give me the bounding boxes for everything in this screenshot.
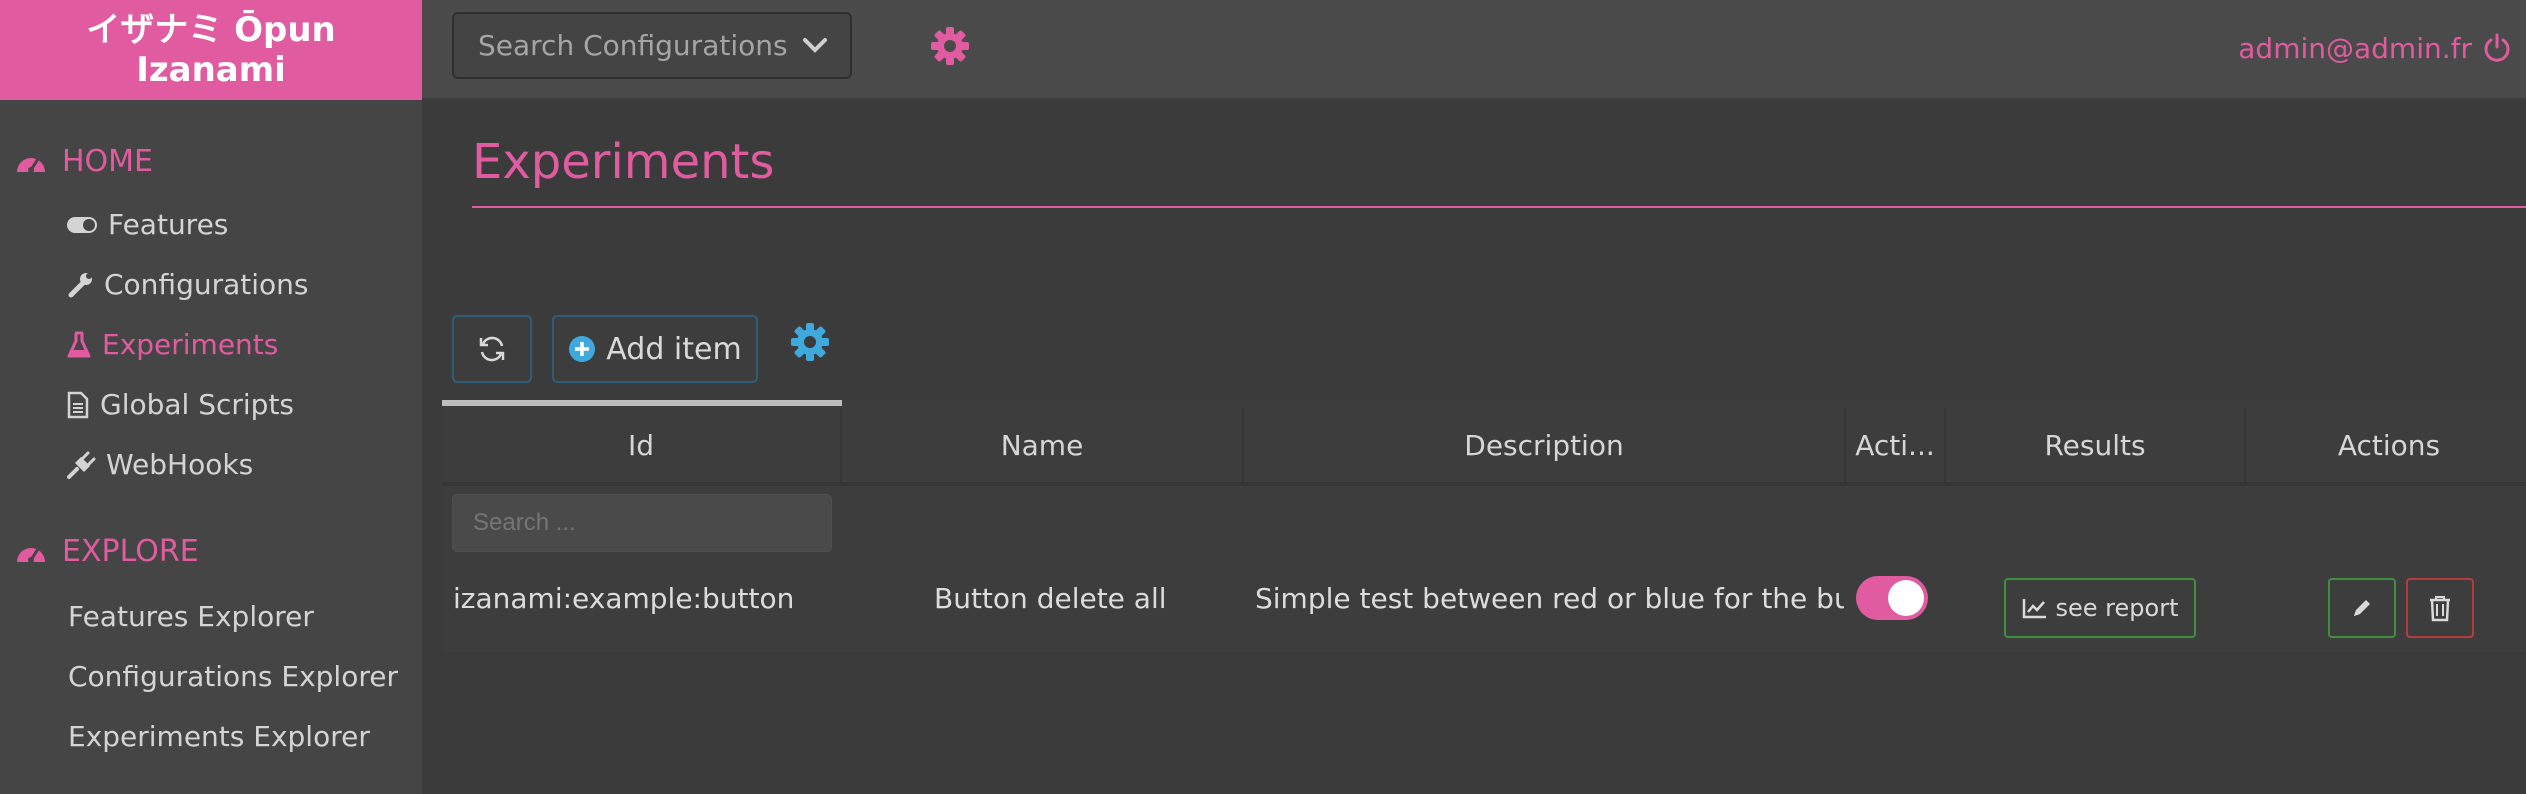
sidebar-item-label: Experiments bbox=[102, 328, 279, 361]
sidebar-item-configurations-explorer[interactable]: Configurations Explorer bbox=[68, 660, 398, 693]
sidebar-section-explore[interactable]: EXPLORE bbox=[14, 534, 199, 569]
toggle-icon bbox=[66, 215, 98, 235]
sidebar-item-features-explorer[interactable]: Features Explorer bbox=[68, 600, 314, 633]
brand-logo[interactable]: イザナミ Ōpun Izanami bbox=[0, 0, 422, 100]
edit-button[interactable] bbox=[2328, 578, 2396, 638]
user-menu[interactable]: admin@admin.fr bbox=[2238, 26, 2512, 70]
sidebar-item-label: Experiments Explorer bbox=[68, 720, 370, 753]
sidebar-item-label: Configurations bbox=[104, 268, 309, 301]
cell-description: Simple test between red or blue for the … bbox=[1255, 581, 1844, 615]
power-icon[interactable] bbox=[2482, 33, 2512, 63]
column-header-actions[interactable]: Actions bbox=[2246, 408, 2526, 482]
column-header-name[interactable]: Name bbox=[842, 408, 1244, 482]
sidebar-item-label: Configurations Explorer bbox=[68, 660, 398, 693]
column-header-id[interactable]: Id bbox=[442, 408, 842, 482]
column-header-results[interactable]: Results bbox=[1946, 408, 2246, 482]
sidebar-section-label: HOME bbox=[62, 144, 154, 179]
plug-icon bbox=[66, 451, 96, 479]
see-report-button[interactable]: see report bbox=[2004, 578, 2196, 638]
sidebar-item-global-scripts[interactable]: Global Scripts bbox=[66, 388, 294, 421]
sidebar-item-label: WebHooks bbox=[106, 448, 254, 481]
gear-icon[interactable] bbox=[928, 24, 972, 68]
sidebar-item-configurations[interactable]: Configurations bbox=[66, 268, 308, 301]
line-chart-icon bbox=[2022, 597, 2048, 619]
page-title: Experiments bbox=[472, 134, 775, 190]
sidebar-item-features[interactable]: Features bbox=[66, 208, 228, 241]
sidebar-item-experiments-explorer[interactable]: Experiments Explorer bbox=[68, 720, 370, 753]
sidebar-section-home[interactable]: HOME bbox=[14, 144, 153, 179]
trash-icon bbox=[2428, 594, 2452, 622]
cell-id: izanami:example:button bbox=[453, 581, 795, 615]
search-configurations-select[interactable]: Search Configurations bbox=[452, 12, 852, 79]
title-divider bbox=[472, 206, 2526, 208]
refresh-icon bbox=[477, 334, 507, 364]
brand-title: イザナミ Ōpun bbox=[86, 10, 336, 50]
see-report-label: see report bbox=[2055, 594, 2179, 622]
plus-circle-icon bbox=[568, 335, 596, 363]
add-item-label: Add item bbox=[606, 331, 742, 367]
dashboard-icon bbox=[14, 538, 48, 566]
pencil-icon bbox=[2350, 596, 2374, 620]
chevron-down-icon[interactable] bbox=[802, 37, 828, 55]
flask-icon bbox=[66, 331, 92, 359]
dashboard-icon bbox=[14, 148, 48, 176]
delete-button[interactable] bbox=[2406, 578, 2474, 638]
wrench-icon bbox=[66, 271, 94, 299]
table-settings-gear-icon[interactable] bbox=[788, 320, 832, 364]
brand-subtitle: Izanami bbox=[136, 50, 286, 90]
toggle-knob bbox=[1888, 580, 1924, 616]
cell-name: Button delete all bbox=[934, 581, 1167, 615]
sidebar-item-label: Features bbox=[108, 208, 229, 241]
refresh-button[interactable] bbox=[452, 315, 532, 383]
column-header-active[interactable]: Acti... bbox=[1846, 408, 1946, 482]
sidebar-section-label: EXPLORE bbox=[62, 534, 199, 569]
add-item-button[interactable]: Add item bbox=[552, 315, 758, 383]
user-email[interactable]: admin@admin.fr bbox=[2238, 32, 2472, 65]
sort-indicator bbox=[442, 400, 842, 406]
column-header-description[interactable]: Description bbox=[1244, 408, 1846, 482]
sidebar-item-experiments[interactable]: Experiments bbox=[66, 328, 278, 361]
file-icon bbox=[66, 391, 90, 419]
id-filter-input[interactable] bbox=[452, 494, 832, 552]
sidebar-item-label: Global Scripts bbox=[100, 388, 295, 421]
table-header-divider bbox=[442, 482, 2526, 486]
sidebar-item-label: Features Explorer bbox=[68, 600, 314, 633]
sidebar-item-webhooks[interactable]: WebHooks bbox=[66, 448, 253, 481]
search-placeholder: Search Configurations bbox=[478, 29, 788, 62]
